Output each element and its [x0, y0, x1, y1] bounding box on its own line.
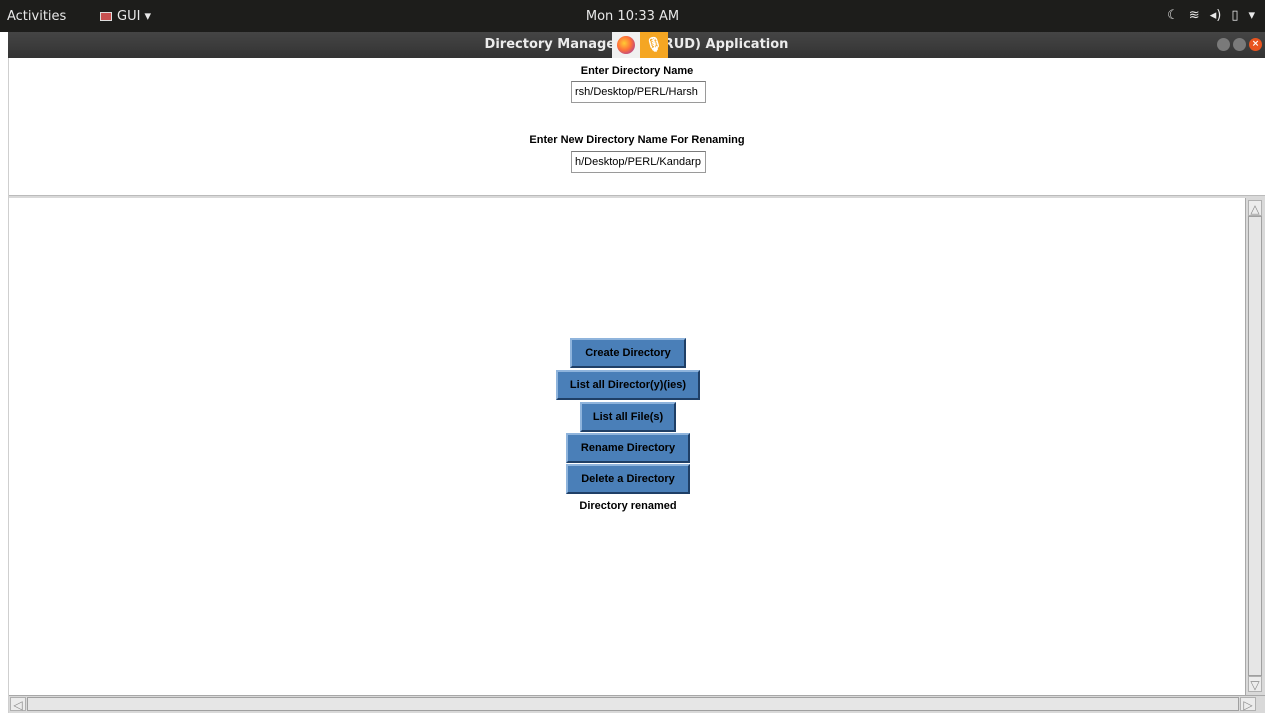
window-icon: [100, 12, 112, 21]
wifi-icon: ≋: [1188, 8, 1200, 23]
minimize-button[interactable]: [1217, 38, 1230, 51]
scroll-down-icon[interactable]: ▽: [1248, 676, 1262, 692]
create-directory-button[interactable]: Create Directory: [570, 338, 686, 368]
rename-label: Enter New Directory Name For Renaming: [529, 134, 745, 146]
app-menu[interactable]: GUI ▾: [100, 9, 151, 24]
status-message: Directory renamed: [579, 500, 677, 512]
vertical-scroll-thumb[interactable]: [1248, 216, 1262, 676]
directory-name-label: Enter Directory Name: [580, 65, 694, 77]
system-top-bar: Activities GUI ▾ Mon 10:33 AM ☾ ≋ ◂) ▯ ▾: [0, 0, 1265, 32]
close-button[interactable]: ×: [1249, 38, 1262, 51]
scroll-up-icon[interactable]: △: [1248, 200, 1262, 216]
horizontal-scroll-thumb[interactable]: [27, 697, 1239, 711]
volume-icon: ◂): [1209, 8, 1222, 23]
horizontal-scrollbar[interactable]: ◁ ▷: [9, 695, 1265, 713]
directory-name-input[interactable]: [571, 81, 706, 103]
scroll-left-icon[interactable]: ◁: [10, 697, 26, 712]
chevron-down-icon: ▾: [1248, 8, 1255, 23]
delete-directory-button[interactable]: Delete a Directory: [566, 464, 690, 494]
list-files-button[interactable]: List all File(s): [580, 402, 676, 432]
battery-icon: ▯: [1231, 8, 1239, 23]
system-tray[interactable]: ☾ ≋ ◂) ▯ ▾: [1167, 8, 1255, 23]
maximize-button[interactable]: [1233, 38, 1246, 51]
list-directories-button[interactable]: List all Director(y)(ies): [556, 370, 700, 400]
canvas-area: Create Directory List all Director(y)(ie…: [9, 198, 1245, 694]
input-panel: Enter Directory Name Enter New Directory…: [9, 58, 1265, 195]
activities-button[interactable]: Activities: [7, 9, 66, 24]
window-titlebar[interactable]: Directory Manage CRUD) Application 🎙 ×: [8, 32, 1265, 58]
rename-directory-button[interactable]: Rename Directory: [566, 433, 690, 463]
clock[interactable]: Mon 10:33 AM: [0, 9, 1265, 24]
vertical-scrollbar[interactable]: △ ▽: [1245, 198, 1265, 695]
rename-input[interactable]: [571, 151, 706, 173]
overlay-icons: 🎙: [612, 32, 668, 58]
firefox-icon[interactable]: [612, 32, 640, 58]
desktop-edge: [0, 32, 9, 713]
night-light-icon: ☾: [1167, 8, 1179, 23]
app-menu-label: GUI ▾: [117, 9, 152, 24]
microphone-icon[interactable]: 🎙: [640, 32, 668, 58]
scroll-right-icon[interactable]: ▷: [1240, 697, 1256, 712]
window-controls: ×: [1217, 38, 1262, 51]
